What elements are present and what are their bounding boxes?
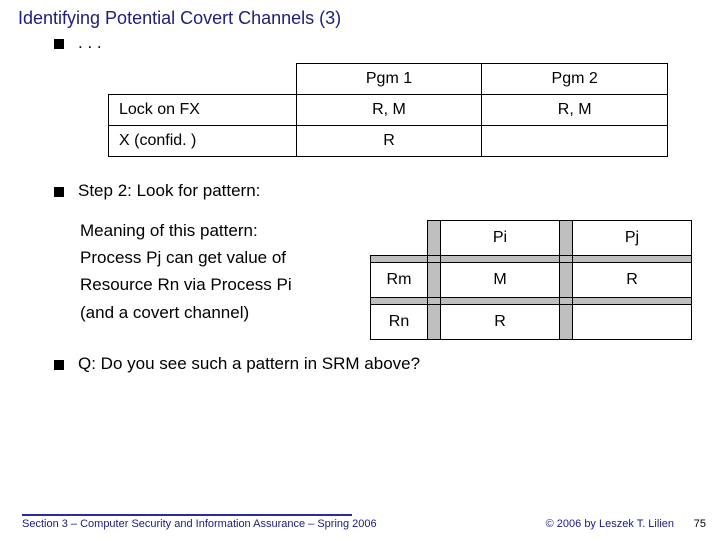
pattern-shade — [560, 262, 573, 297]
srm-table-wrap: Pgm 1 Pgm 2 Lock on FX R, M R, M X (conf… — [108, 63, 702, 157]
pattern-shade — [428, 262, 441, 297]
srm-col-2: Pgm 2 — [482, 64, 668, 95]
question-text: Q: Do you see such a pattern in SRM abov… — [78, 354, 420, 374]
bullet-ellipsis: . . . — [54, 33, 702, 53]
pattern-shade — [573, 255, 692, 262]
srm-row-2-c2 — [482, 126, 668, 157]
pattern-row-rn: Rn — [371, 304, 428, 339]
step-text: Step 2: Look for pattern: — [78, 181, 260, 201]
pattern-cell-r1: R — [573, 262, 692, 297]
pattern-row-rm: Rm — [371, 262, 428, 297]
pattern-shade — [441, 255, 560, 262]
table-row: X (confid. ) R — [109, 126, 668, 157]
pattern-shade — [371, 255, 428, 262]
bullet-mark-icon — [54, 187, 64, 197]
pattern-shade — [573, 297, 692, 304]
pattern-col-pi: Pi — [441, 221, 560, 256]
pattern-shade — [441, 297, 560, 304]
srm-row-1-label: Lock on FX — [109, 95, 297, 126]
pattern-col-pj: Pj — [573, 221, 692, 256]
bullet-mark-icon — [54, 39, 64, 49]
footer-right: © 2006 by Leszek T. Lilien — [546, 518, 674, 530]
ellipsis-text: . . . — [78, 33, 102, 53]
footer-left: Section 3 – Computer Security and Inform… — [22, 514, 352, 530]
srm-row-1-c1: R, M — [296, 95, 482, 126]
pattern-shade — [428, 297, 441, 304]
pattern-shade — [428, 221, 441, 256]
pattern-shade — [560, 255, 573, 262]
srm-empty-header — [109, 64, 297, 95]
pattern-shade — [560, 297, 573, 304]
srm-row-1-c2: R, M — [482, 95, 668, 126]
srm-table: Pgm 1 Pgm 2 Lock on FX R, M R, M X (conf… — [108, 63, 668, 157]
bullet-question: Q: Do you see such a pattern in SRM abov… — [54, 354, 702, 374]
srm-col-1: Pgm 1 — [296, 64, 482, 95]
pattern-cell-m: M — [441, 262, 560, 297]
pattern-corner — [371, 221, 428, 256]
slide: Identifying Potential Covert Channels (3… — [0, 0, 720, 540]
bullet-mark-icon — [54, 360, 64, 370]
pattern-shade — [560, 221, 573, 256]
srm-row-2-c1: R — [296, 126, 482, 157]
table-row: Lock on FX R, M R, M — [109, 95, 668, 126]
page-number: 75 — [694, 518, 706, 530]
srm-row-2-label: X (confid. ) — [109, 126, 297, 157]
slide-title: Identifying Potential Covert Channels (3… — [18, 8, 702, 29]
pattern-shade — [371, 297, 428, 304]
pattern-table: Pi Pj Rm M R Rn R — [370, 220, 692, 340]
pattern-shade — [428, 255, 441, 262]
pattern-shade — [428, 304, 441, 339]
bullet-step: Step 2: Look for pattern: — [54, 181, 702, 201]
pattern-shade — [560, 304, 573, 339]
pattern-cell-empty — [573, 304, 692, 339]
pattern-cell-r2: R — [441, 304, 560, 339]
